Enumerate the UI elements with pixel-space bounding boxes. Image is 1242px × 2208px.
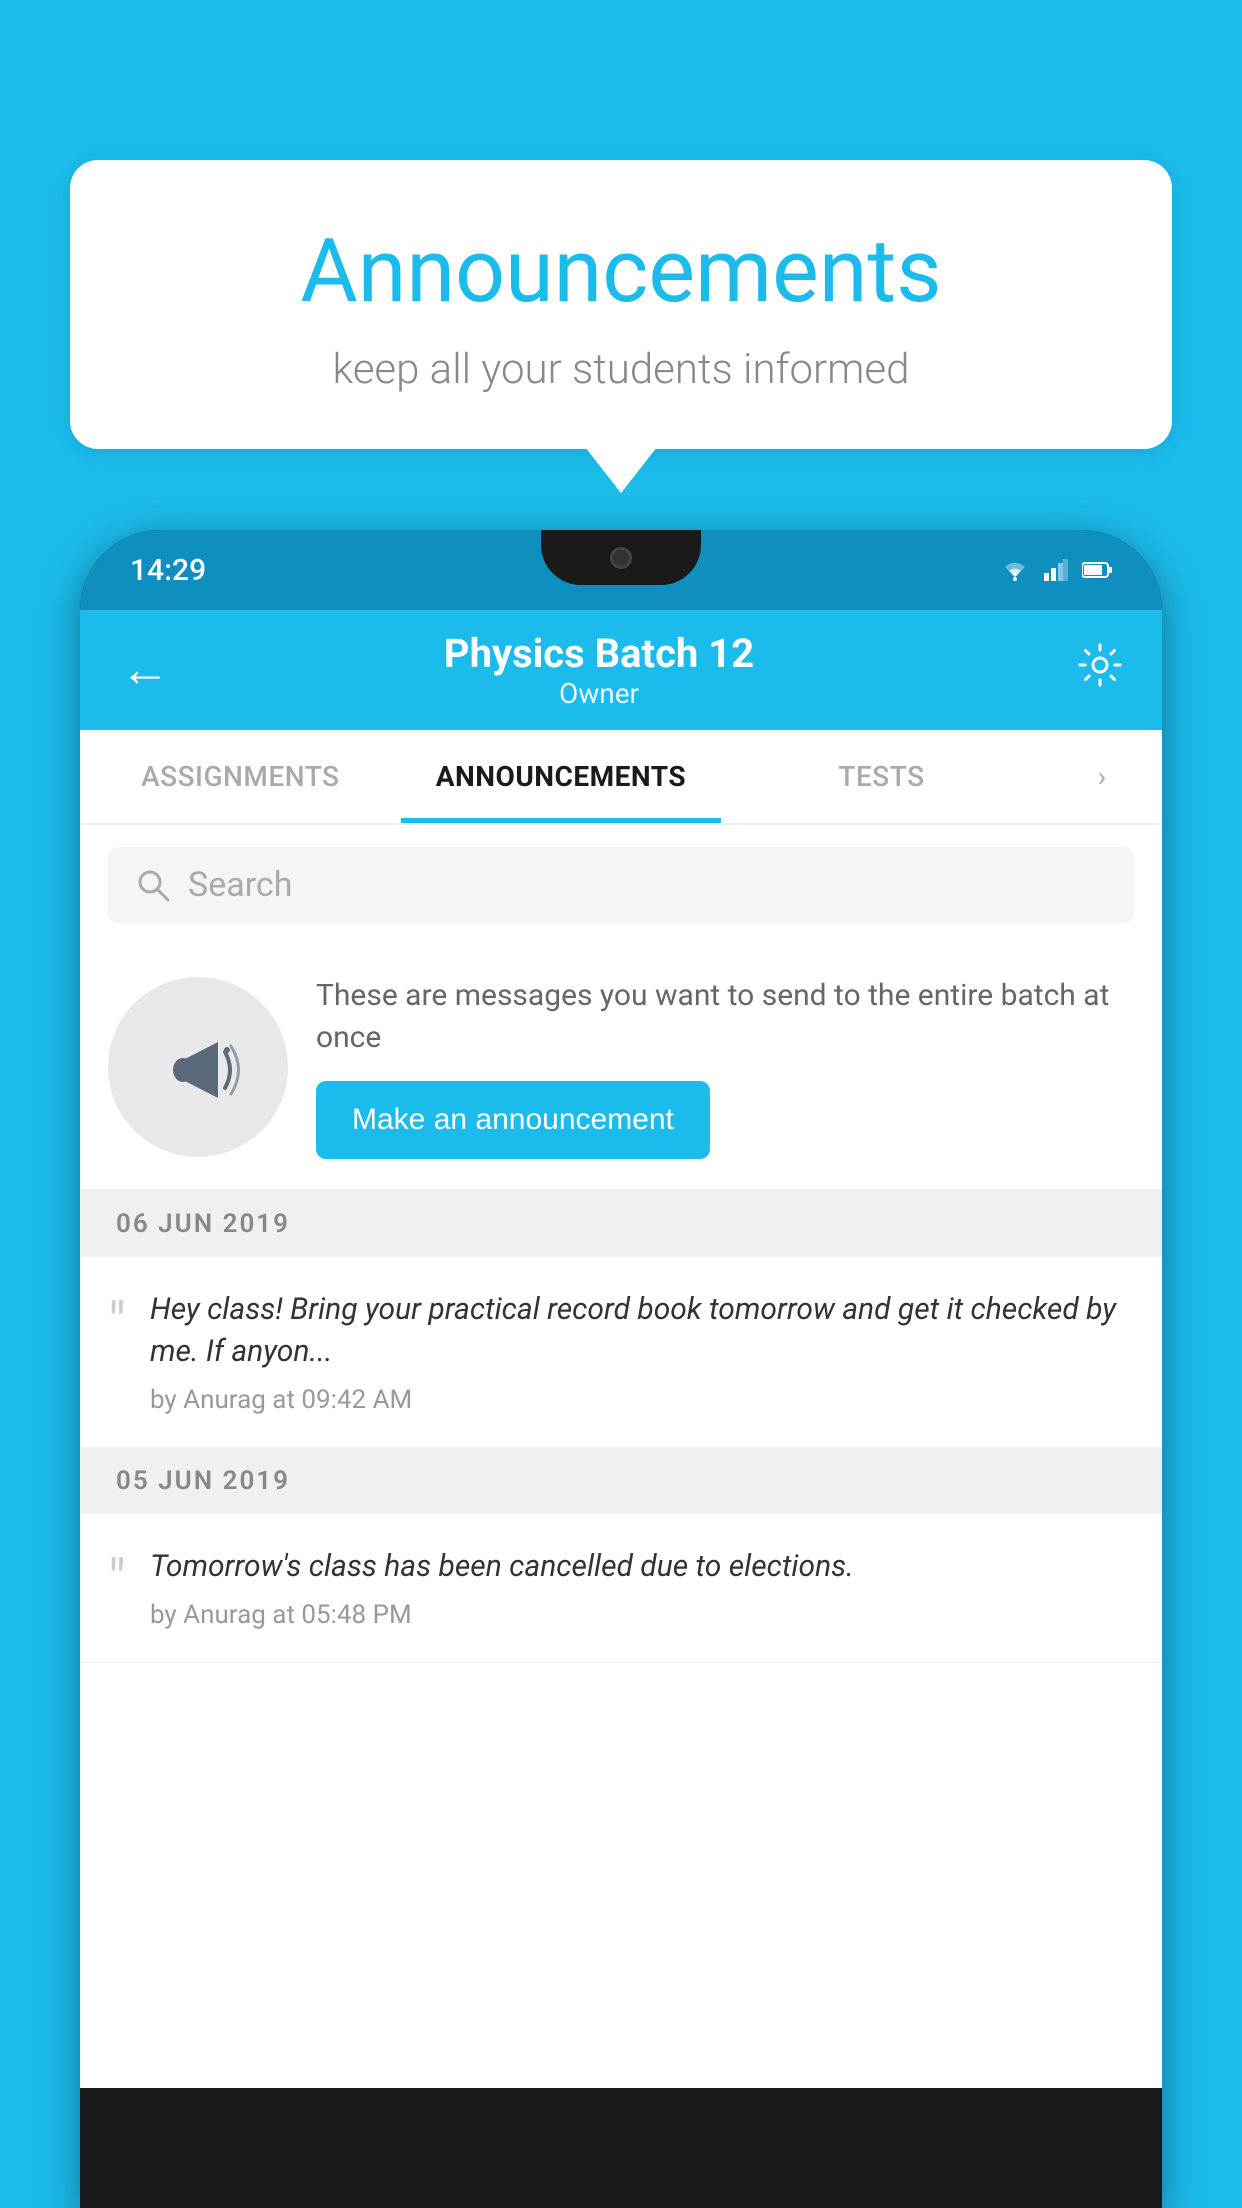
tabs-bar: ASSIGNMENTS ANNOUNCEMENTS TESTS › <box>80 730 1162 825</box>
announcement-text-1: Hey class! Bring your practical record b… <box>150 1289 1134 1373</box>
announcement-meta-2: by Anurag at 05:48 PM <box>150 1600 1134 1630</box>
tab-announcements[interactable]: ANNOUNCEMENTS <box>401 730 722 823</box>
app-bar: ← Physics Batch 12 Owner <box>80 610 1162 730</box>
announcement-text-2: Tomorrow's class has been cancelled due … <box>150 1546 1134 1588</box>
tab-tests[interactable]: TESTS <box>721 730 1042 823</box>
back-button[interactable]: ← <box>120 645 170 695</box>
megaphone-icon <box>153 1022 243 1112</box>
quote-icon-2: " <box>108 1552 126 1608</box>
search-input-wrap[interactable]: Search <box>108 847 1134 923</box>
status-icons <box>1000 559 1112 581</box>
search-placeholder-text: Search <box>188 865 292 905</box>
phone-frame: 14:29 <box>80 530 1162 2208</box>
wifi-icon <box>1000 559 1030 581</box>
app-bar-title-group: Physics Batch 12 Owner <box>200 630 998 710</box>
bubble-subtitle: keep all your students informed <box>120 345 1122 394</box>
speech-bubble-card: Announcements keep all your students inf… <box>70 160 1172 449</box>
settings-icon[interactable] <box>1078 643 1122 698</box>
status-bar: 14:29 <box>80 530 1162 610</box>
status-time: 14:29 <box>130 553 206 588</box>
phone-notch <box>541 530 701 585</box>
gear-svg <box>1078 643 1122 687</box>
date-separator-2: 05 JUN 2019 <box>80 1448 1162 1514</box>
announcement-content-2: Tomorrow's class has been cancelled due … <box>150 1546 1134 1630</box>
app-bar-subtitle: Owner <box>200 677 998 710</box>
announcement-promo: These are messages you want to send to t… <box>80 945 1162 1191</box>
app-bar-title: Physics Batch 12 <box>200 630 998 677</box>
bubble-title: Announcements <box>120 220 1122 323</box>
announcement-content-1: Hey class! Bring your practical record b… <box>150 1289 1134 1415</box>
search-bar: Search <box>80 825 1162 945</box>
promo-icon-circle <box>108 977 288 1157</box>
phone-inner: ← Physics Batch 12 Owner ASSIGNMENTS ANN… <box>80 610 1162 2088</box>
tab-more[interactable]: › <box>1042 730 1162 823</box>
date-label-1: 06 JUN 2019 <box>116 1209 290 1239</box>
date-separator-1: 06 JUN 2019 <box>80 1191 1162 1257</box>
tab-assignments[interactable]: ASSIGNMENTS <box>80 730 401 823</box>
search-icon <box>136 868 170 902</box>
battery-icon <box>1082 561 1112 579</box>
announcement-meta-1: by Anurag at 09:42 AM <box>150 1385 1134 1415</box>
announcement-item-2[interactable]: " Tomorrow's class has been cancelled du… <box>80 1514 1162 1663</box>
promo-right: These are messages you want to send to t… <box>316 975 1134 1159</box>
quote-icon-1: " <box>108 1295 126 1351</box>
date-label-2: 05 JUN 2019 <box>116 1466 290 1496</box>
phone-camera <box>610 547 632 569</box>
announcement-item-1[interactable]: " Hey class! Bring your practical record… <box>80 1257 1162 1448</box>
make-announcement-button[interactable]: Make an announcement <box>316 1081 710 1159</box>
signal-icon <box>1044 559 1068 581</box>
promo-description: These are messages you want to send to t… <box>316 975 1134 1059</box>
